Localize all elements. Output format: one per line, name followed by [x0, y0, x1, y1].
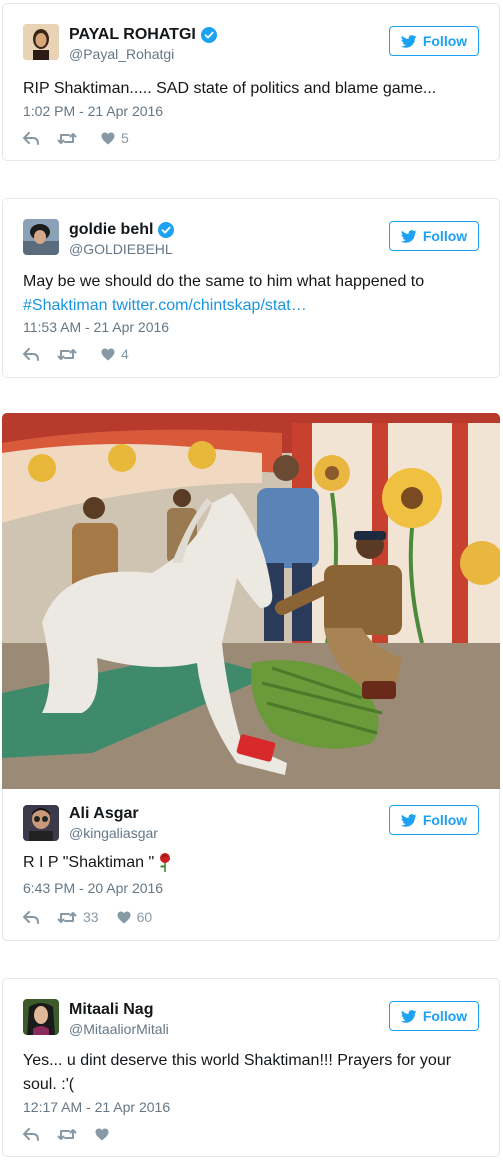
tweet-card-4: Mitaali Nag @MitaaliorMitali Follow Yes.…: [2, 978, 500, 1157]
retweet-button[interactable]: [57, 348, 83, 361]
heart-icon: [101, 132, 115, 144]
tweet-text: R I P "Shaktiman ": [23, 851, 479, 875]
reply-button[interactable]: [23, 131, 39, 145]
twitter-bird-icon: [400, 34, 417, 48]
avatar[interactable]: [23, 24, 59, 60]
retweet-icon: [57, 348, 77, 360]
tweet-photo[interactable]: [2, 413, 500, 789]
display-name[interactable]: PAYAL ROHATGI: [69, 26, 217, 44]
like-button[interactable]: 4: [101, 346, 129, 362]
verified-badge-icon: [158, 222, 175, 238]
like-button[interactable]: 5: [101, 130, 129, 146]
user-handle[interactable]: @GOLDIEBEHL: [69, 241, 173, 257]
user-handle[interactable]: @MitaaliorMitali: [69, 1021, 169, 1037]
heart-icon: [95, 1128, 109, 1140]
tweet-actions: [23, 1124, 127, 1144]
twitter-bird-icon: [400, 1009, 417, 1023]
tweet-actions: 4: [23, 344, 147, 364]
retweet-button[interactable]: [57, 1128, 77, 1141]
display-name[interactable]: Mitaali Nag: [69, 1001, 153, 1019]
rose-icon: [160, 853, 171, 872]
display-name[interactable]: goldie behl: [69, 221, 175, 239]
tweet-text: May be we should do the same to him what…: [23, 270, 479, 318]
like-button[interactable]: 60: [117, 909, 153, 925]
reply-button[interactable]: [23, 347, 39, 361]
like-count: 4: [121, 346, 129, 362]
like-count: 60: [136, 909, 153, 925]
reply-icon: [23, 910, 39, 924]
user-handle[interactable]: @kingaliasgar: [69, 825, 158, 841]
follow-button[interactable]: Follow: [389, 1001, 479, 1031]
tweet-card-2: goldie behl @GOLDIEBEHL Follow May be we…: [2, 198, 500, 378]
tweet-timestamp[interactable]: 12:17 AM - 21 Apr 2016: [23, 1099, 170, 1115]
follow-button[interactable]: Follow: [389, 26, 479, 56]
tweet-text: RIP Shaktiman..... SAD state of politics…: [23, 80, 437, 97]
hashtag-link[interactable]: #Shaktiman: [23, 297, 108, 314]
tweet-text-line: May be we should do the same to him what…: [23, 273, 425, 290]
avatar[interactable]: [23, 805, 59, 841]
heart-icon: [101, 348, 115, 360]
tweet-actions: 5: [23, 128, 147, 148]
reply-button[interactable]: [23, 1127, 39, 1141]
heart-icon: [117, 911, 131, 923]
reply-icon: [23, 347, 39, 361]
tweet-timestamp[interactable]: 11:53 AM - 21 Apr 2016: [23, 319, 169, 335]
twitter-bird-icon: [400, 813, 417, 827]
tweet-card-3-body: Ali Asgar @kingaliasgar Follow R I P "Sh…: [2, 789, 500, 941]
follow-button[interactable]: Follow: [389, 221, 479, 251]
retweet-button[interactable]: 33: [57, 909, 99, 925]
tweet-text-line: #Shaktiman twitter.com/chintskap/stat…: [23, 294, 479, 318]
retweet-icon: [57, 911, 77, 923]
tweet-timestamp[interactable]: 6:43 PM - 20 Apr 2016: [23, 880, 163, 896]
url-link[interactable]: twitter.com/chintskap/stat…: [112, 297, 307, 314]
twitter-bird-icon: [400, 229, 417, 243]
like-count: 5: [121, 130, 129, 146]
tweet-actions: 33 60: [23, 907, 170, 927]
verified-badge-icon: [200, 27, 217, 43]
display-name[interactable]: Ali Asgar: [69, 805, 139, 823]
reply-button[interactable]: [23, 910, 39, 924]
tweet-timestamp[interactable]: 1:02 PM - 21 Apr 2016: [23, 103, 163, 119]
follow-button[interactable]: Follow: [389, 805, 479, 835]
retweet-icon: [57, 1128, 77, 1140]
retweet-icon: [57, 132, 77, 144]
retweet-button[interactable]: [57, 132, 83, 145]
retweet-count: 33: [83, 909, 99, 925]
avatar[interactable]: [23, 999, 59, 1035]
tweet-card-1: PAYAL ROHATGI @Payal_Rohatgi Follow RIP …: [2, 3, 500, 161]
reply-icon: [23, 131, 39, 145]
like-button[interactable]: [95, 1128, 109, 1141]
reply-icon: [23, 1127, 39, 1141]
user-handle[interactable]: @Payal_Rohatgi: [69, 46, 174, 62]
avatar[interactable]: [23, 219, 59, 255]
tweet-text: Yes... u dint deserve this world Shaktim…: [23, 1052, 452, 1093]
